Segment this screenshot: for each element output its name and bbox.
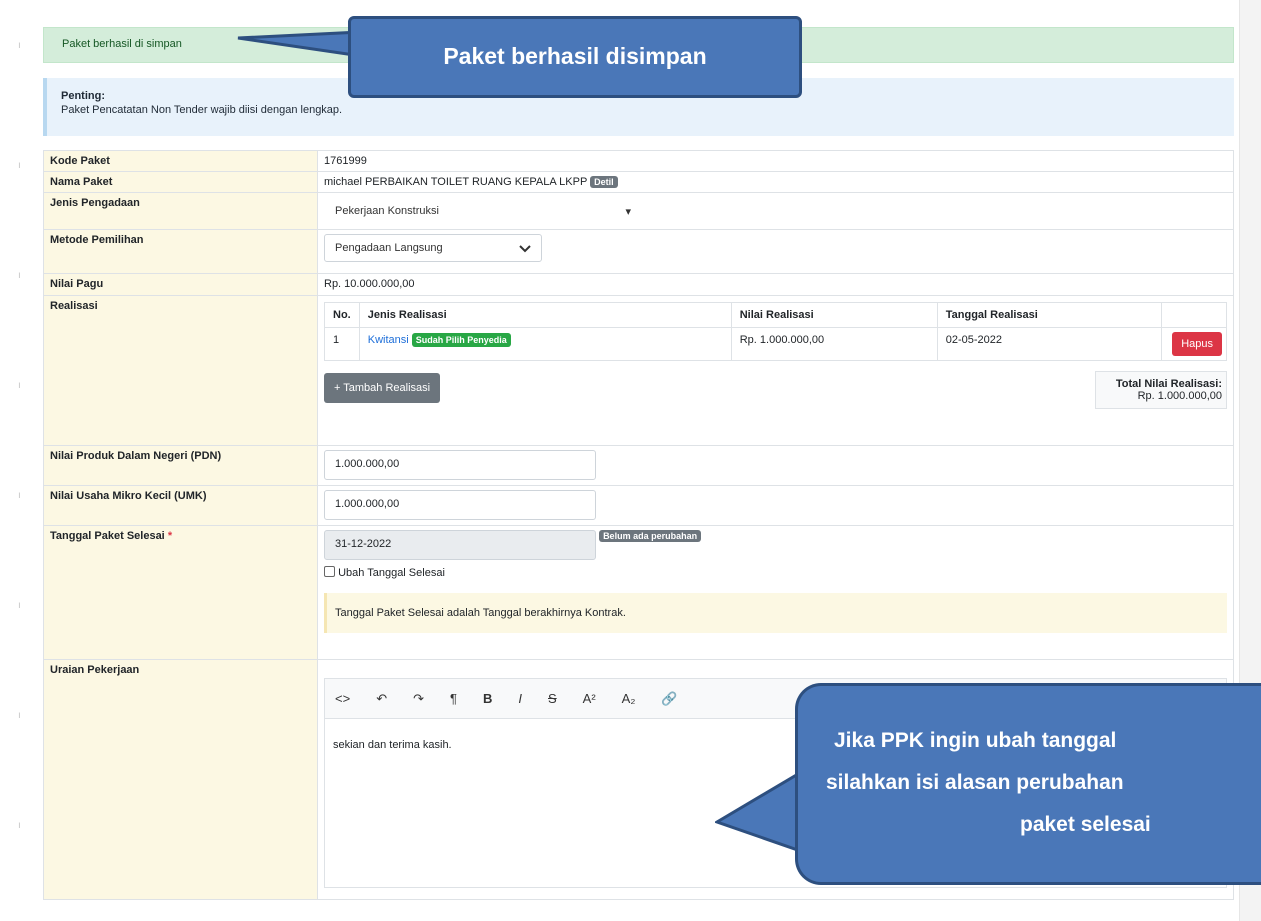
realisasi-table: No. Jenis Realisasi Nilai Realisasi Tang…	[324, 302, 1228, 361]
paragraph-icon[interactable]: ¶	[450, 691, 457, 706]
gutter-mark: ı	[18, 270, 21, 281]
nilai-pagu-value: Rp. 10.000.000,00	[317, 273, 1234, 296]
redo-icon[interactable]: ↷	[413, 691, 424, 707]
subscript-icon[interactable]: A₂	[622, 691, 636, 706]
nama-paket-label: Nama Paket	[43, 171, 318, 193]
realisasi-row-tanggal: 02-05-2022	[936, 327, 1162, 361]
total-realisasi-box: Total Nilai Realisasi: Rp. 1.000.000,00	[1095, 371, 1227, 409]
tanggal-selesai-label-cell: Tanggal Paket Selesai *	[43, 525, 318, 660]
bottom-callout-line3: paket selesai	[1020, 813, 1151, 836]
metode-pemilihan-label: Metode Pemilihan	[43, 229, 318, 274]
bottom-callout-line2: silahkan isi alasan perubahan	[826, 771, 1124, 794]
undo-icon[interactable]: ↶	[376, 691, 387, 707]
superscript-icon[interactable]: A²	[583, 691, 596, 706]
realisasi-header-jenis: Jenis Realisasi	[358, 302, 732, 328]
ubah-tanggal-label: Ubah Tanggal Selesai	[338, 567, 445, 579]
realisasi-row-no: 1	[324, 327, 360, 361]
tanggal-selesai-label: Tanggal Paket Selesai	[50, 530, 165, 542]
top-callout: Paket berhasil disimpan	[348, 16, 802, 98]
success-alert-text: Paket berhasil di simpan	[62, 38, 182, 50]
gutter-mark: ı	[18, 710, 21, 721]
left-gutter: ı ı ı ı ı ı ı ı	[0, 0, 30, 921]
tanggal-selesai-cell: 31-12-2022 Belum ada perubahan Ubah Tang…	[317, 525, 1234, 660]
top-callout-pointer	[237, 30, 363, 58]
realisasi-cell: No. Jenis Realisasi Nilai Realisasi Tang…	[317, 295, 1234, 446]
umk-label: Nilai Usaha Mikro Kecil (UMK)	[43, 485, 318, 526]
gutter-mark: ı	[18, 380, 21, 391]
realisasi-row-jenis-cell: Kwitansi Sudah Pilih Penyedia	[358, 327, 732, 361]
nama-paket-value: michael PERBAIKAN TOILET RUANG KEPALA LK…	[324, 176, 588, 188]
required-marker: *	[167, 530, 173, 542]
strikethrough-icon[interactable]: S	[548, 691, 557, 706]
realisasi-label: Realisasi	[43, 295, 318, 446]
realisasi-row-nilai: Rp. 1.000.000,00	[730, 327, 938, 361]
metode-pemilihan-select[interactable]: Pengadaan Langsung	[324, 234, 542, 262]
chevron-down-icon	[519, 245, 531, 253]
metode-pemilihan-cell: Pengadaan Langsung	[317, 229, 1234, 274]
nilai-pagu-label: Nilai Pagu	[43, 273, 318, 296]
bottom-callout: Jika PPK ingin ubah tanggal silahkan isi…	[795, 683, 1261, 885]
top-callout-text: Paket berhasil disimpan	[443, 43, 707, 69]
realisasi-header-nilai: Nilai Realisasi	[730, 302, 938, 328]
hapus-button[interactable]: Hapus	[1172, 332, 1222, 356]
tambah-realisasi-button[interactable]: + Tambah Realisasi	[324, 373, 441, 403]
kwitansi-link[interactable]: Kwitansi	[368, 334, 409, 346]
jenis-pengadaan-cell: Pekerjaan Konstruksi ▾	[317, 192, 1234, 230]
pdn-input[interactable]: 1.000.000,00	[324, 450, 596, 480]
jenis-pengadaan-value: Pekerjaan Konstruksi	[335, 205, 439, 217]
tanggal-selesai-input[interactable]: 31-12-2022	[324, 530, 596, 560]
jenis-pengadaan-select[interactable]: Pekerjaan Konstruksi ▾	[324, 197, 642, 225]
kode-paket-label: Kode Paket	[43, 150, 318, 172]
bold-icon[interactable]: B	[483, 691, 492, 706]
code-view-icon[interactable]: <>	[335, 691, 350, 706]
table-row: 1 Kwitansi Sudah Pilih Penyedia Rp. 1.00…	[324, 327, 1228, 361]
gutter-mark: ı	[18, 820, 21, 831]
realisasi-row-action: Hapus	[1160, 327, 1228, 361]
gutter-mark: ı	[18, 490, 21, 501]
link-icon[interactable]: 🔗	[661, 691, 677, 707]
realisasi-header-action	[1160, 302, 1228, 328]
umk-input[interactable]: 1.000.000,00	[324, 490, 596, 520]
gutter-mark: ı	[18, 600, 21, 611]
gutter-mark: ı	[18, 40, 21, 51]
jenis-pengadaan-label: Jenis Pengadaan	[43, 192, 318, 230]
detil-badge[interactable]: Detil	[590, 176, 618, 188]
info-alert-text: Paket Pencatatan Non Tender wajib diisi …	[61, 104, 343, 116]
umk-cell: 1.000.000,00	[317, 485, 1234, 526]
total-realisasi-label: Total Nilai Realisasi:	[1115, 378, 1222, 390]
ubah-tanggal-checkbox[interactable]	[324, 566, 335, 577]
ubah-tanggal-row: Ubah Tanggal Selesai	[324, 566, 1227, 579]
realisasi-header-no: No.	[324, 302, 360, 328]
metode-pemilihan-value: Pengadaan Langsung	[335, 242, 443, 254]
realisasi-header-tanggal: Tanggal Realisasi	[936, 302, 1162, 328]
total-realisasi-value: Rp. 1.000.000,00	[1137, 390, 1222, 402]
bottom-callout-line1: Jika PPK ingin ubah tanggal	[834, 729, 1117, 752]
kode-paket-value: 1761999	[317, 150, 1234, 172]
gutter-mark: ı	[18, 160, 21, 171]
italic-icon[interactable]: I	[518, 691, 522, 706]
status-badge: Sudah Pilih Penyedia	[411, 333, 511, 347]
pdn-label: Nilai Produk Dalam Negeri (PDN)	[43, 445, 318, 486]
realisasi-footer: + Tambah Realisasi Total Nilai Realisasi…	[324, 365, 1227, 435]
nama-paket-cell: michael PERBAIKAN TOILET RUANG KEPALA LK…	[317, 171, 1234, 193]
pdn-cell: 1.000.000,00	[317, 445, 1234, 486]
belum-ada-perubahan-badge: Belum ada perubahan	[599, 530, 702, 542]
caret-down-icon: ▾	[625, 206, 631, 218]
tanggal-selesai-note: Tanggal Paket Selesai adalah Tanggal ber…	[324, 593, 1227, 633]
uraian-label: Uraian Pekerjaan	[43, 659, 318, 900]
